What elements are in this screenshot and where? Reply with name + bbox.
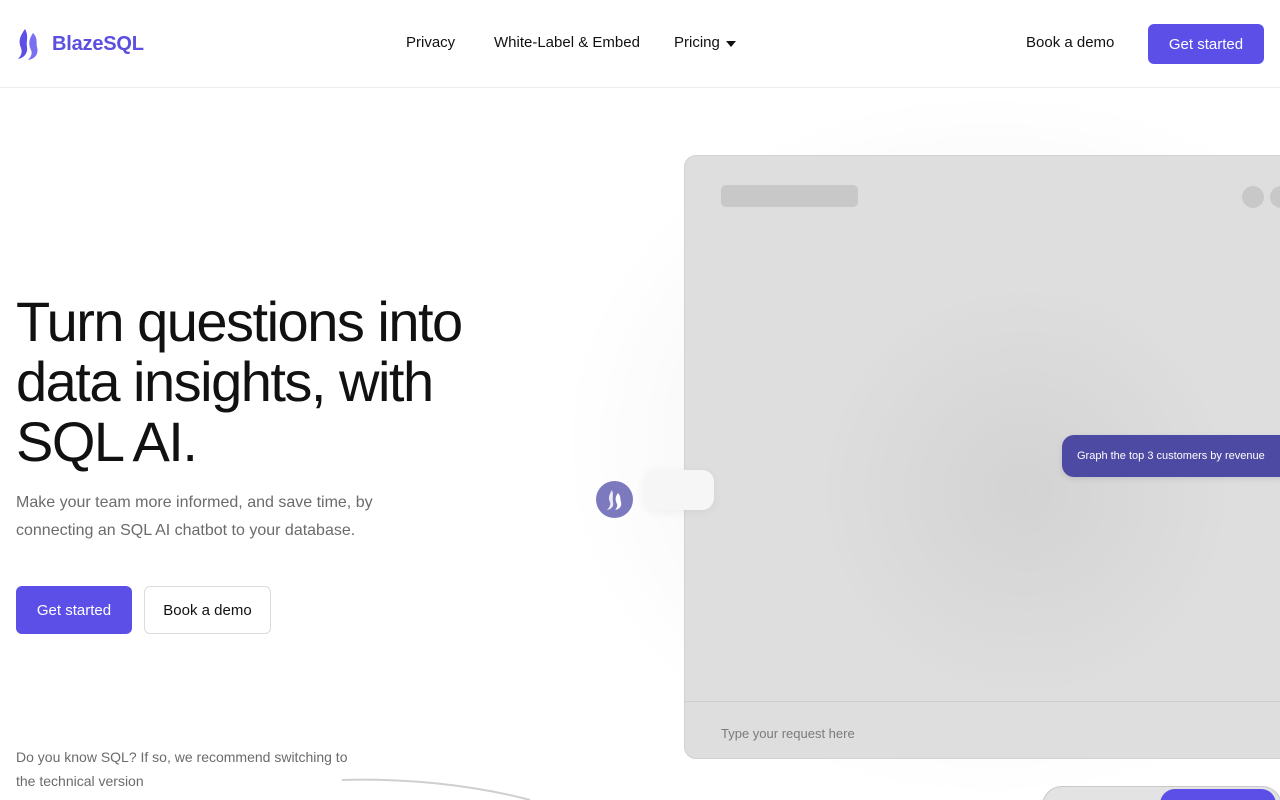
nav-get-started-button[interactable]: Get started: [1148, 24, 1264, 64]
nav-link-privacy[interactable]: Privacy: [406, 34, 455, 51]
nav-book-demo-link[interactable]: Book a demo: [1026, 34, 1114, 51]
flame-icon: [606, 489, 621, 510]
chat-request-input[interactable]: [721, 721, 1221, 745]
bot-typing-bubble: [644, 470, 714, 510]
bot-avatar: [596, 481, 633, 518]
hero-book-demo-button[interactable]: Book a demo: [144, 586, 271, 634]
brand-logo[interactable]: BlazeSQL: [16, 27, 144, 61]
decorative-curve: [341, 778, 531, 800]
nav-link-pricing-label: Pricing: [674, 34, 720, 51]
mockup-chart-placeholder: [815, 276, 1235, 706]
mockup-title-placeholder: [721, 185, 858, 207]
hero-title: Turn questions into data insights, with …: [16, 290, 463, 473]
mockup-window-dot: [1270, 186, 1280, 208]
top-navbar: BlazeSQL Privacy White-Label & Embed Pri…: [0, 0, 1280, 88]
sql-technical-version-note[interactable]: Do you know SQL? If so, we recommend swi…: [16, 745, 356, 793]
chevron-down-icon: [725, 40, 736, 47]
mockup-divider: [685, 701, 1280, 702]
mockup-window-dot: [1242, 186, 1264, 208]
user-chat-bubble: Graph the top 3 customers by revenue: [1062, 435, 1280, 477]
nav-link-white-label[interactable]: White-Label & Embed: [494, 34, 640, 51]
brand-name: BlazeSQL: [52, 32, 144, 55]
flame-icon: [18, 29, 38, 60]
mode-toggle-active-button[interactable]: [1160, 789, 1276, 800]
hero-subtitle: Make your team more informed, and save t…: [16, 494, 373, 539]
hero-get-started-button[interactable]: Get started: [16, 586, 132, 634]
nav-link-pricing[interactable]: Pricing: [674, 34, 736, 51]
